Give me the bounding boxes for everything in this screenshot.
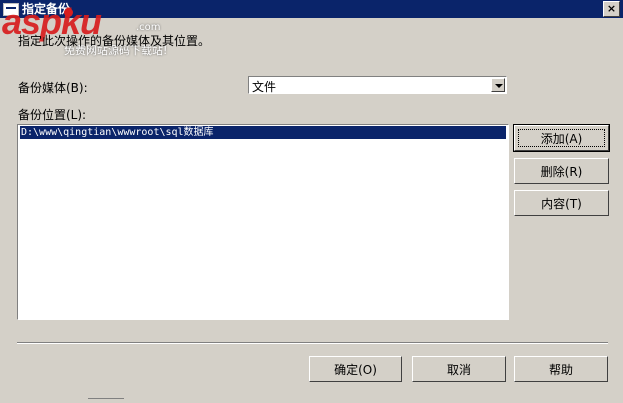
backup-location-list[interactable]: D:\www\qingtian\wwwroot\sql数据库 [17, 124, 509, 320]
add-button[interactable]: 添加(A) [513, 124, 610, 152]
ok-button[interactable]: 确定(O) [309, 356, 402, 382]
backup-location-label: 备份位置(L): [18, 108, 87, 122]
backup-media-select[interactable]: 文件 [248, 76, 507, 94]
backup-media-value: 文件 [252, 80, 277, 94]
close-button[interactable]: × [603, 1, 620, 17]
list-item[interactable]: D:\www\qingtian\wwwroot\sql数据库 [20, 126, 506, 139]
separator [17, 342, 608, 344]
help-button[interactable]: 帮助 [514, 356, 608, 382]
contents-button[interactable]: 内容(T) [514, 190, 609, 216]
backup-media-label: 备份媒体(B): [18, 81, 88, 95]
instruction-text: 指定此次操作的备份媒体及其位置。 [18, 34, 211, 48]
cancel-button[interactable]: 取消 [412, 356, 506, 382]
watermark-dot [64, 8, 73, 17]
chevron-down-icon[interactable] [491, 78, 505, 92]
remove-button[interactable]: 删除(R) [514, 158, 609, 184]
bottom-tab [88, 398, 124, 403]
